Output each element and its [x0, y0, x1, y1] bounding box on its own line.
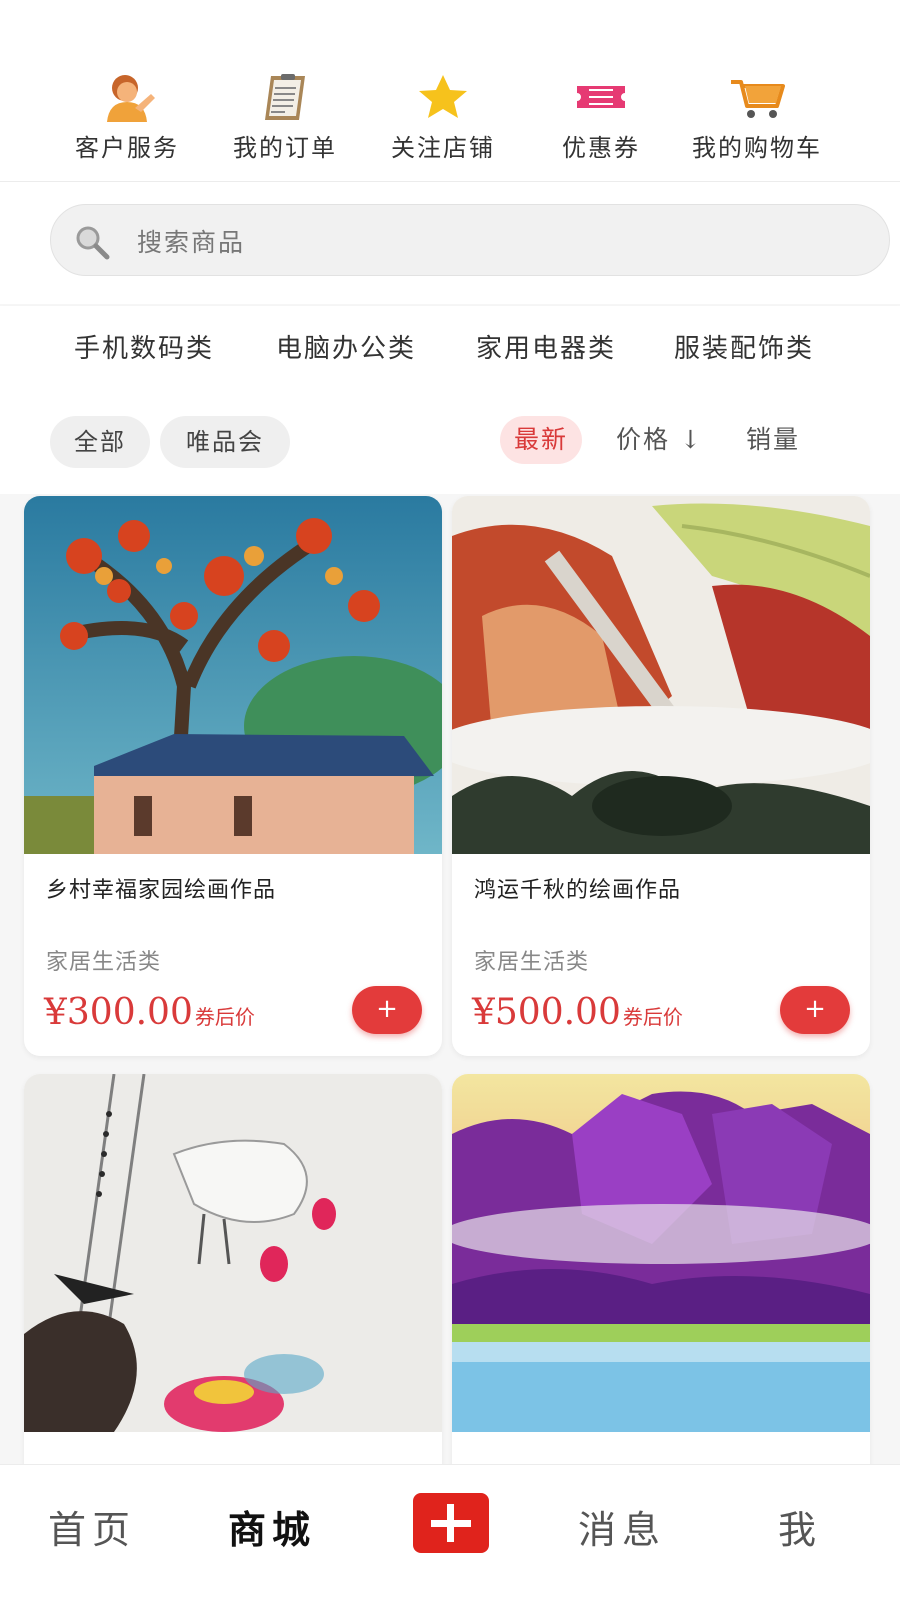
product-title: 乡村幸福家园绘画作品	[46, 878, 277, 903]
ticket-icon	[577, 86, 625, 108]
price-note: 券后价	[622, 1005, 683, 1029]
product-card[interactable]: 鸿运千秋的绘画作品 家居生活类 ¥500.00 券后价 +	[452, 496, 870, 1056]
quick-item-my-orders[interactable]: 我的订单	[210, 72, 360, 163]
star-icon	[419, 75, 467, 118]
add-to-cart-button[interactable]: +	[352, 986, 422, 1034]
shopping-cart-icon	[731, 80, 785, 118]
product-category: 家居生活类	[474, 950, 590, 975]
category-tab[interactable]: 服装配饰类	[674, 328, 814, 365]
clipboard-icon	[265, 74, 305, 120]
quick-item-label: 我的订单	[233, 134, 337, 162]
category-tab[interactable]: 家用电器类	[476, 328, 616, 365]
product-image	[452, 496, 870, 854]
quick-item-label: 我的购物车	[692, 134, 822, 162]
search-placeholder: 搜索商品	[137, 228, 246, 257]
product-image	[24, 496, 442, 854]
product-image	[452, 1074, 870, 1432]
product-price: ¥300.00 券后价	[44, 992, 255, 1033]
category-tab[interactable]: 电脑办公类	[276, 328, 416, 365]
quick-item-coupons[interactable]: 优惠券	[526, 72, 676, 163]
tab-me[interactable]: 我	[778, 1499, 822, 1554]
category-bar: 手机数码类 电脑办公类 家用电器类 服装配饰类	[0, 306, 900, 384]
product-card[interactable]	[452, 1074, 870, 1464]
search-section: 搜索商品	[0, 182, 900, 304]
price-value: ¥500.00	[472, 992, 621, 1033]
quick-menu: 客户服务 我的订单 关注店铺 优惠券 我的购物车	[0, 0, 900, 182]
quick-item-label: 关注店铺	[391, 134, 495, 162]
bottom-tab-bar: 首页 商城 消息 我	[0, 1464, 900, 1600]
quick-item-cart[interactable]: 我的购物车	[682, 72, 832, 163]
quick-item-label: 客户服务	[75, 134, 179, 162]
tab-home[interactable]: 首页	[48, 1499, 136, 1554]
quick-item-follow-store[interactable]: 关注店铺	[368, 72, 518, 163]
product-price: ¥500.00 券后价	[472, 992, 683, 1033]
price-note: 券后价	[194, 1005, 255, 1029]
tab-mall[interactable]: 商城	[228, 1499, 316, 1554]
quick-item-label: 优惠券	[562, 134, 640, 162]
sort-sales[interactable]: 销量	[746, 416, 800, 464]
filter-chip-all[interactable]: 全部	[50, 416, 150, 468]
product-title: 鸿运千秋的绘画作品	[474, 878, 682, 903]
tab-messages[interactable]: 消息	[578, 1499, 666, 1554]
category-tab[interactable]: 手机数码类	[74, 328, 214, 365]
product-card[interactable]: 乡村幸福家园绘画作品 家居生活类 ¥300.00 券后价 +	[24, 496, 442, 1056]
quick-item-customer-service[interactable]: 客户服务	[52, 72, 202, 163]
add-plus-icon[interactable]	[413, 1493, 489, 1553]
product-card[interactable]	[24, 1074, 442, 1464]
sort-newest[interactable]: 最新	[500, 416, 583, 464]
add-to-cart-button[interactable]: +	[780, 986, 850, 1034]
filter-row: 全部 唯品会 最新 价格 ↓ 销量	[0, 384, 900, 494]
sort-price[interactable]: 价格 ↓	[616, 416, 703, 464]
product-category: 家居生活类	[46, 950, 162, 975]
price-value: ¥300.00	[44, 992, 193, 1033]
filter-chip-vip[interactable]: 唯品会	[160, 416, 290, 468]
product-image	[24, 1074, 442, 1432]
product-grid: 乡村幸福家园绘画作品 家居生活类 ¥300.00 券后价 + 鸿运千秋的绘画作品 …	[0, 494, 900, 1464]
customer-service-icon	[107, 75, 155, 122]
search-icon	[76, 226, 110, 260]
search-input[interactable]: 搜索商品	[50, 204, 890, 276]
